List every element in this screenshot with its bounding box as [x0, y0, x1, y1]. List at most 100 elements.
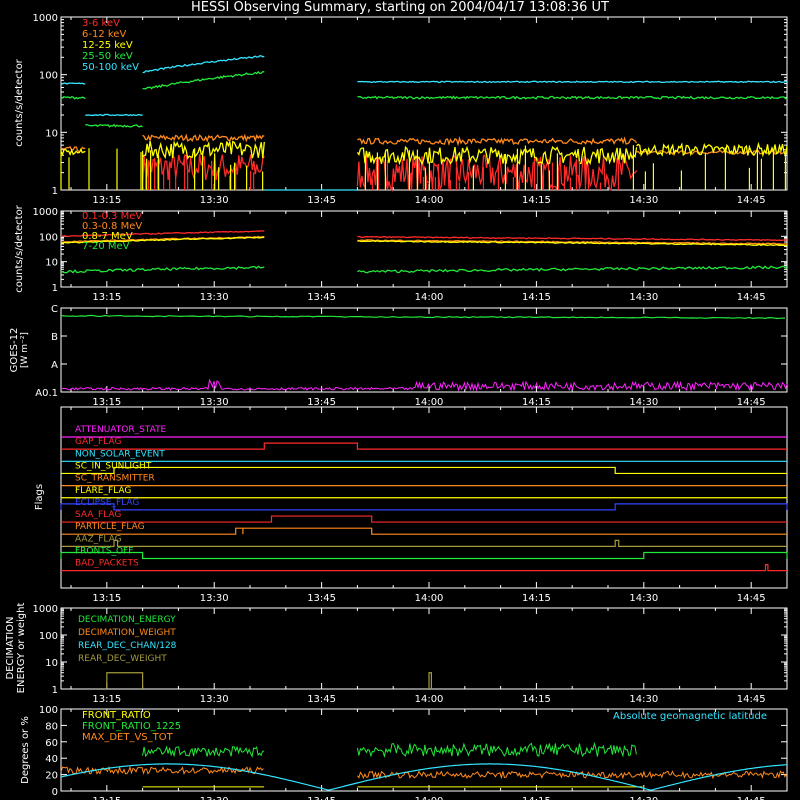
legend-rear-dec-chan-128: REAR_DEC_CHAN/128	[78, 641, 177, 651]
x-tick-label: 13:30	[200, 593, 229, 604]
legend-25-50-kev: 25-50 keV	[82, 51, 133, 62]
legend-front-ratio-1225: FRONT_RATIO_1225	[82, 721, 181, 732]
flag-label-flare-flag: FLARE_FLAG	[75, 486, 131, 496]
legend-6-12-kev: 6-12 keV	[82, 29, 126, 40]
y-axis-unit-panel-3: [W m⁻²]	[20, 332, 30, 368]
series-12-25-kev	[636, 141, 788, 158]
x-tick-label: 14:00	[415, 292, 444, 303]
y-tick-label: 100	[39, 705, 58, 716]
series-6-12-kev	[142, 133, 265, 143]
flag-label-gap-flag: GAP_FLAG	[75, 437, 121, 447]
legend-50-100-kev: 50-100 keV	[82, 62, 139, 73]
legend-front-ratio: FRONT_RATIO	[82, 710, 151, 721]
y-tick-label: B	[51, 332, 58, 343]
y-tick-label: 1000	[33, 13, 58, 24]
y-axis-label-panel-4: Flags	[34, 484, 45, 510]
series-50-100-kev	[142, 55, 265, 74]
x-tick-label: 13:15	[92, 292, 121, 303]
x-tick-label: 14:45	[737, 796, 766, 800]
x-tick-label: 14:45	[737, 397, 766, 408]
flag-label-fronts-off: FRONTS_OFF	[75, 547, 133, 557]
x-tick-label: 13:45	[307, 397, 336, 408]
x-tick-label: 14:15	[522, 195, 551, 206]
x-tick-label: 14:00	[415, 694, 444, 705]
y-tick-label: 100	[39, 631, 58, 642]
flag-label-eclipse-flag: ECLIPSE_FLAG	[75, 498, 139, 508]
legend-decimation-energy: DECIMATION_ENERGY	[78, 615, 176, 625]
series-goes-long	[60, 314, 786, 320]
y-tick-label: 1000	[33, 207, 58, 218]
legend-rear-dec-weight: REAR_DEC_WEIGHT	[78, 654, 167, 664]
x-tick-label: 14:45	[737, 694, 766, 705]
legend-decimation-weight: DECIMATION_WEIGHT	[78, 628, 176, 638]
flag-trace-sc-in-sunlight	[61, 466, 787, 475]
y-axis-label-panel-5: DECIMATION	[5, 616, 16, 679]
series-front-ratio-1225	[356, 741, 637, 759]
x-tick-label: 14:00	[415, 593, 444, 604]
y-tick-label: 0	[52, 787, 58, 798]
flag-trace-fronts-off	[60, 551, 788, 560]
y-axis-label-panel-1: counts/s/detector	[14, 58, 25, 146]
series-7-20-mev	[60, 265, 265, 274]
x-tick-label: 13:45	[307, 292, 336, 303]
series-absolute-geomagnetic-latitude	[60, 763, 788, 791]
y-tick-label: C	[51, 304, 58, 315]
y-tick-label: 1000	[33, 604, 58, 615]
series-25-50-kev	[142, 70, 265, 90]
x-tick-label: 13:30	[200, 195, 229, 206]
x-tick-label: 14:15	[522, 397, 551, 408]
flag-trace-bad-packets	[61, 564, 787, 572]
y-axis-label-panel-2: counts/s/detector	[14, 204, 25, 292]
series-50-100-kev	[85, 113, 143, 117]
x-tick-label: 14:00	[415, 796, 444, 800]
y-tick-label: 1	[52, 186, 58, 197]
y-tick-label: 10	[45, 658, 58, 669]
flag-trace-saa-flag	[61, 515, 787, 523]
x-tick-label: 13:45	[307, 593, 336, 604]
series-goes-short	[60, 378, 788, 392]
x-tick-label: 13:15	[92, 593, 121, 604]
x-tick-label: 14:30	[629, 397, 658, 408]
series-7-20-mev	[357, 265, 788, 274]
series-25-50-kev	[85, 123, 143, 128]
y-tick-label: 10	[45, 128, 58, 139]
x-tick-label: 14:45	[737, 195, 766, 206]
y-tick-label: 40	[45, 754, 58, 765]
x-tick-label: 13:30	[200, 397, 229, 408]
y-tick-label: 60	[45, 738, 58, 749]
y-tick-label: 1	[52, 685, 58, 696]
legend-12-25-kev: 12-25 keV	[82, 40, 133, 51]
flag-label-sc-transmitter: SC_TRANSMITTER	[75, 474, 155, 484]
x-tick-label: 13:15	[92, 195, 121, 206]
y-axis-label-panel-5b: ENERGY or weight	[16, 603, 27, 694]
flag-trace-aaz-flag	[61, 539, 787, 547]
series-6-12-kev	[357, 136, 638, 147]
y-tick-label: 100	[39, 232, 58, 243]
x-tick-label: 14:00	[415, 397, 444, 408]
y-tick-label: A	[51, 360, 58, 371]
series-25-50-kev	[357, 95, 788, 100]
series-front-ratio-1225	[142, 745, 265, 759]
series-12-25-kev	[142, 139, 265, 160]
series-25-50-kev	[60, 95, 86, 100]
x-tick-label: 14:15	[522, 796, 551, 800]
x-tick-label: 13:15	[92, 397, 121, 408]
x-tick-label: 14:30	[629, 593, 658, 604]
flag-label-particle-flag: PARTICLE_FLAG	[75, 522, 145, 532]
y-tick-label: 10	[45, 258, 58, 269]
y-tick-label: 80	[45, 721, 58, 732]
series-50-100-kev	[357, 80, 788, 84]
x-tick-label: 14:15	[522, 292, 551, 303]
x-tick-label: 14:45	[737, 292, 766, 303]
series-50-100-kev	[60, 82, 86, 85]
legend-3-6-kev: 3-6 keV	[82, 18, 120, 29]
flag-label-saa-flag: SAA_FLAG	[75, 510, 121, 520]
panel-frame-3	[60, 307, 788, 393]
y-tick-label: A0.1	[35, 388, 58, 399]
x-tick-label: 13:45	[307, 796, 336, 800]
x-tick-label: 13:30	[200, 796, 229, 800]
x-tick-label: 14:15	[522, 593, 551, 604]
y-axis-label-panel-6: Degrees or %	[20, 716, 31, 784]
x-tick-label: 13:30	[200, 694, 229, 705]
series-0-1-0-3-mev	[357, 235, 788, 242]
